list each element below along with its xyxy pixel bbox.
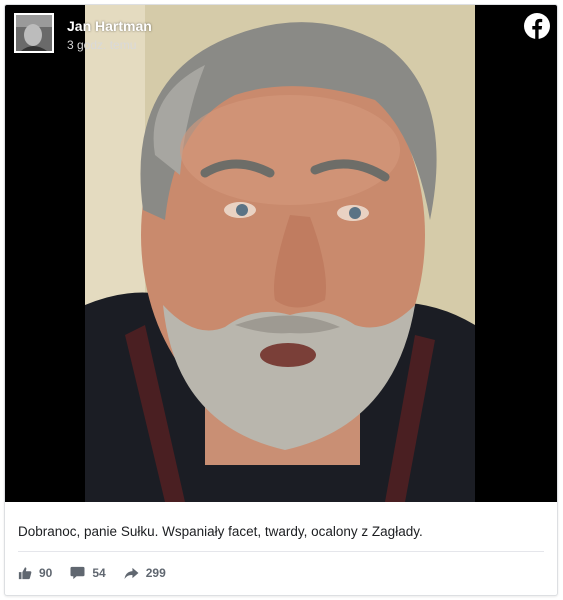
post-media[interactable]: Jan Hartman 3 godz. temu xyxy=(5,5,557,502)
post-timestamp[interactable]: 3 godz. temu xyxy=(67,38,136,52)
divider xyxy=(18,551,544,552)
avatar-image xyxy=(16,15,52,51)
share-count: 299 xyxy=(145,566,166,580)
engagement-bar: 90 54 299 xyxy=(18,565,184,581)
comment-count: 54 xyxy=(92,566,106,580)
thumbs-up-icon xyxy=(18,567,32,580)
like-stat[interactable]: 90 xyxy=(18,566,52,580)
embedded-post-card: Jan Hartman 3 godz. temu Dobranoc, panie… xyxy=(4,4,558,596)
facebook-logo-icon[interactable] xyxy=(524,13,550,39)
share-stat[interactable]: 299 xyxy=(124,566,166,580)
comment-bubble-icon xyxy=(70,566,85,580)
like-count: 90 xyxy=(39,566,53,580)
post-message: Dobranoc, panie Sułku. Wspaniały facet, … xyxy=(18,524,423,539)
author-name[interactable]: Jan Hartman xyxy=(67,18,152,34)
post-photo xyxy=(85,5,475,502)
share-arrow-icon xyxy=(124,567,139,579)
comment-stat[interactable]: 54 xyxy=(70,566,106,580)
author-avatar[interactable] xyxy=(14,13,54,53)
